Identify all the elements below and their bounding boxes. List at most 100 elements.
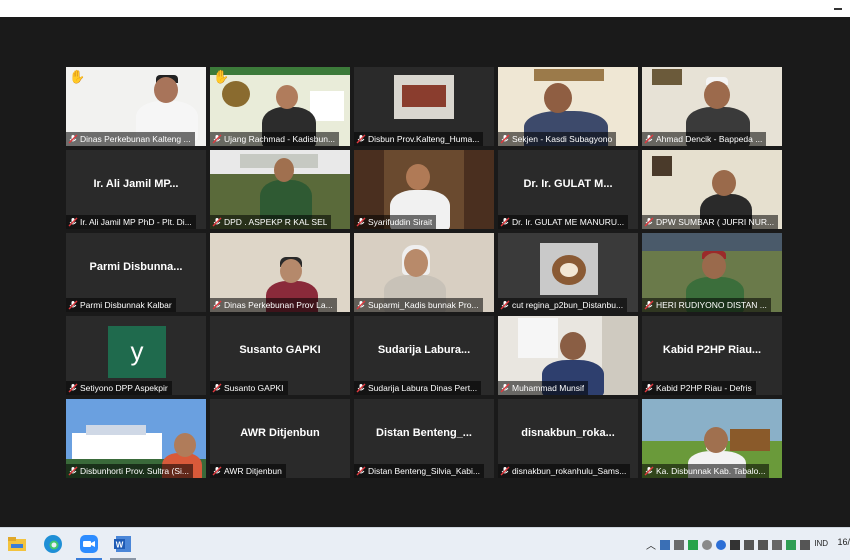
participant-center-name: Distan Benteng_... xyxy=(376,427,472,439)
participant-name-bar: Dinas Perkebunan Prov La... xyxy=(210,298,337,312)
participant-name-bar: disnakbun_rokanhulu_Sams... xyxy=(498,464,631,478)
participant-tile[interactable]: Sudarija Labura... Sudarija Labura Dinas … xyxy=(354,316,494,395)
participant-tile[interactable]: ✋ Ujang Rachmad - Kadisbun... xyxy=(210,67,350,146)
participant-tile[interactable]: Ir. Ali Jamil MP... Ir. Ali Jamil MP PhD … xyxy=(66,150,206,229)
camera-icon[interactable] xyxy=(744,539,754,550)
participant-tile[interactable]: Ka. Disbunnak Kab. Tabalo... xyxy=(642,399,782,478)
participant-tile[interactable]: Disbunhorti Prov. Sultra (Si... xyxy=(66,399,206,478)
participant-tile[interactable]: Syarifuddin Sirait xyxy=(354,150,494,229)
muted-mic-icon xyxy=(644,383,654,393)
participant-name-bar: Ir. Ali Jamil MP PhD - Plt. Di... xyxy=(66,215,196,229)
tray-app-icon[interactable] xyxy=(660,539,670,550)
participant-name: AWR Ditjenbun xyxy=(224,466,282,476)
participant-name-bar: Syarifuddin Sirait xyxy=(354,215,437,229)
participant-name-bar: Sekjen - Kasdi Subagyono xyxy=(498,132,617,146)
participant-name: Sudarija Labura Dinas Pert... xyxy=(368,383,478,393)
chevron-up-icon[interactable]: ︿ xyxy=(646,537,656,552)
word-app-icon[interactable]: W xyxy=(112,533,134,555)
tray-monitor-icon[interactable] xyxy=(674,539,684,550)
muted-mic-icon xyxy=(212,217,222,227)
minimize-icon[interactable] xyxy=(834,8,842,10)
taskbar: W ︿ IND 16/ xyxy=(0,527,850,560)
participant-name-bar: Suparmi_Kadis bunnak Pro... xyxy=(354,298,483,312)
participant-name: Dinas Perkebunan Kalteng ... xyxy=(80,134,191,144)
input-language[interactable]: IND xyxy=(814,539,828,548)
participant-tile[interactable]: DPD . ASPEKP R KAL SEL xyxy=(210,150,350,229)
muted-mic-icon xyxy=(68,134,78,144)
participant-tile[interactable]: ✋ Dinas Perkebunan Kalteng ... xyxy=(66,67,206,146)
participant-center-name: Ir. Ali Jamil MP... xyxy=(93,178,179,190)
participant-name: Parmi Disbunnak Kalbar xyxy=(80,300,172,310)
participant-name-bar: Sudarija Labura Dinas Pert... xyxy=(354,381,482,395)
participant-name-bar: DPW SUMBAR ( JUFRI NUR... xyxy=(642,215,779,229)
muted-mic-icon xyxy=(212,466,222,476)
muted-mic-icon xyxy=(644,217,654,227)
participant-tile[interactable]: Dr. Ir. GULAT M... Dr. Ir. GULAT ME MANUR… xyxy=(498,150,638,229)
participant-tile[interactable]: disnakbun_roka... disnakbun_rokanhulu_Sam… xyxy=(498,399,638,478)
webcam-icon[interactable] xyxy=(772,539,782,550)
participant-name-bar: Disbun Prov.Kalteng_Huma... xyxy=(354,132,484,146)
battery-icon[interactable] xyxy=(730,539,740,550)
participant-name: Ir. Ali Jamil MP PhD - Plt. Di... xyxy=(80,217,192,227)
participant-name-bar: AWR Ditjenbun xyxy=(210,464,286,478)
zoom-app-icon[interactable] xyxy=(78,533,100,555)
edge-browser-icon[interactable] xyxy=(42,533,64,555)
participant-center-name: Kabid P2HP Riau... xyxy=(662,344,762,356)
participant-tile[interactable]: Susanto GAPKI Susanto GAPKI xyxy=(210,316,350,395)
svg-text:W: W xyxy=(116,541,124,550)
participant-tile[interactable]: y Setiyono DPP Aspekpir xyxy=(66,316,206,395)
participant-name: disnakbun_rokanhulu_Sams... xyxy=(512,466,627,476)
participant-tile[interactable]: Dinas Perkebunan Prov La... xyxy=(210,233,350,312)
participant-tile[interactable]: Parmi Disbunna... Parmi Disbunnak Kalbar xyxy=(66,233,206,312)
participant-name-bar: Disbunhorti Prov. Sultra (Si... xyxy=(66,464,193,478)
participant-name: DPW SUMBAR ( JUFRI NUR... xyxy=(656,217,775,227)
tray-shield-icon[interactable] xyxy=(702,539,712,550)
participant-center-name: Susanto GAPKI xyxy=(239,344,321,356)
participant-tile[interactable]: Distan Benteng_... Distan Benteng_Silvia_… xyxy=(354,399,494,478)
participant-name-bar: Susanto GAPKI xyxy=(210,381,288,395)
participant-name-bar: Ujang Rachmad - Kadisbun... xyxy=(210,132,340,146)
participant-name-bar: Ka. Disbunnak Kab. Tabalo... xyxy=(642,464,770,478)
muted-mic-icon xyxy=(356,466,366,476)
tray-nvidia-icon[interactable] xyxy=(688,539,698,550)
system-tray: ︿ xyxy=(646,537,810,552)
muted-mic-icon xyxy=(68,383,78,393)
volume-icon[interactable] xyxy=(758,539,768,550)
participant-tile[interactable]: HERI RUDIYONO DISTAN ... xyxy=(642,233,782,312)
participant-name: Dr. Ir. GULAT ME MANURU... xyxy=(512,217,625,227)
participant-tile[interactable]: AWR Ditjenbun AWR Ditjenbun xyxy=(210,399,350,478)
file-explorer-icon[interactable] xyxy=(6,533,28,555)
participant-name: Ahmad Dencik - Bappeda ... xyxy=(656,134,763,144)
clock[interactable]: 16/ xyxy=(837,537,850,547)
muted-mic-icon xyxy=(500,466,510,476)
participant-tile[interactable]: Muhammad Munsif xyxy=(498,316,638,395)
participant-name: Distan Benteng_Silvia_Kabi... xyxy=(368,466,480,476)
participant-name: Dinas Perkebunan Prov La... xyxy=(224,300,333,310)
participant-name: Setiyono DPP Aspekpir xyxy=(80,383,168,393)
muted-mic-icon xyxy=(356,300,366,310)
participant-center-name: Dr. Ir. GULAT M... xyxy=(523,178,613,190)
wifi-icon[interactable] xyxy=(800,539,810,550)
participant-name: Ka. Disbunnak Kab. Tabalo... xyxy=(656,466,766,476)
participant-tile[interactable]: Ahmad Dencik - Bappeda ... xyxy=(642,67,782,146)
participant-tile[interactable]: Disbun Prov.Kalteng_Huma... xyxy=(354,67,494,146)
participant-name: Ujang Rachmad - Kadisbun... xyxy=(224,134,336,144)
participant-tile[interactable]: Kabid P2HP Riau... Kabid P2HP Riau - Defr… xyxy=(642,316,782,395)
participant-name-bar: Setiyono DPP Aspekpir xyxy=(66,381,172,395)
participant-name-bar: HERI RUDIYONO DISTAN ... xyxy=(642,298,771,312)
participant-grid: ✋ Dinas Perkebunan Kalteng ... ✋ Ujang Rach… xyxy=(66,67,784,478)
bluetooth-icon[interactable] xyxy=(716,539,726,550)
participant-avatar: y xyxy=(108,326,166,378)
participant-name: Muhammad Munsif xyxy=(512,383,585,393)
participant-tile[interactable]: Sekjen - Kasdi Subagyono xyxy=(498,67,638,146)
muted-mic-icon xyxy=(68,217,78,227)
drive-icon[interactable] xyxy=(786,539,796,550)
participant-tile[interactable]: Suparmi_Kadis bunnak Pro... xyxy=(354,233,494,312)
muted-mic-icon xyxy=(500,300,510,310)
muted-mic-icon xyxy=(356,217,366,227)
participant-tile[interactable]: cut regina_p2bun_Distanbu... xyxy=(498,233,638,312)
muted-mic-icon xyxy=(356,134,366,144)
participant-tile[interactable]: DPW SUMBAR ( JUFRI NUR... xyxy=(642,150,782,229)
participant-name-bar: Muhammad Munsif xyxy=(498,381,589,395)
muted-mic-icon xyxy=(644,134,654,144)
